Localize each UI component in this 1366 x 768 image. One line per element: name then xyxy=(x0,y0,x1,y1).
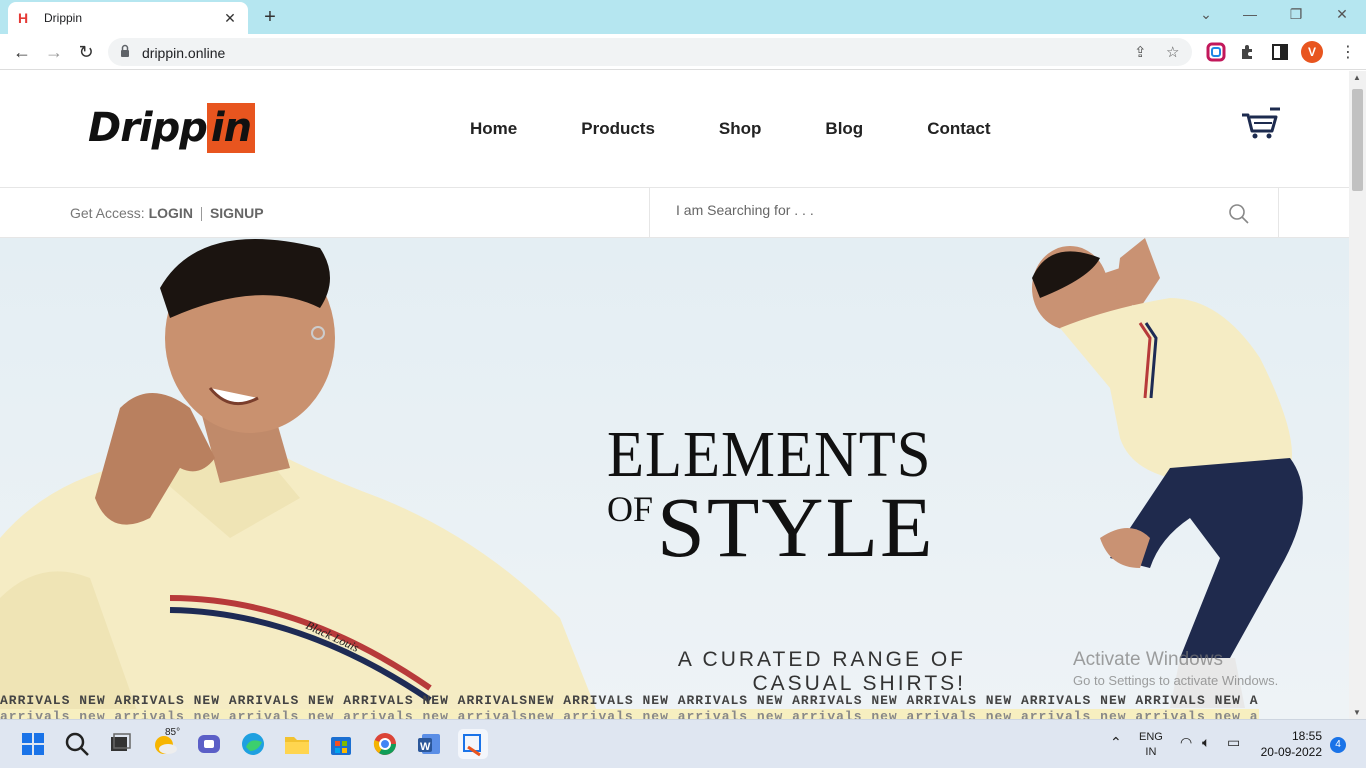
browser-tab[interactable]: H Drippin ✕ xyxy=(8,2,248,34)
restore-button[interactable]: ❐ xyxy=(1286,6,1306,23)
clock-date: 20-09-2022 xyxy=(1260,745,1322,759)
close-tab-icon[interactable]: ✕ xyxy=(222,10,238,27)
region-code: IN xyxy=(1145,746,1157,758)
headline-style: STYLE xyxy=(657,479,935,575)
minimize-button[interactable]: — xyxy=(1240,6,1260,22)
shopping-cart-icon[interactable] xyxy=(1240,105,1282,139)
scrollbar-thumb[interactable] xyxy=(1352,89,1363,191)
teams-chat-icon[interactable] xyxy=(194,729,224,759)
browser-toolbar: ← → ↻ drippin.online ⇪ ☆ V ⋮ xyxy=(0,34,1366,70)
site-header: Dripp in Home Products Shop Blog Contact xyxy=(0,71,1349,187)
windows-activation-watermark: Activate Windows Go to Settings to activ… xyxy=(1073,649,1278,688)
language-code: ENG xyxy=(1139,731,1163,743)
scroll-up-arrow-icon[interactable]: ▲ xyxy=(1353,73,1361,82)
side-panel-icon[interactable] xyxy=(1270,42,1290,62)
svg-text:W: W xyxy=(420,741,431,753)
watermark-subtitle: Go to Settings to activate Windows. xyxy=(1073,673,1279,688)
battery-icon[interactable]: ▭ xyxy=(1227,734,1240,751)
model-photo-right xyxy=(1032,238,1303,708)
notification-badge[interactable]: 4 xyxy=(1330,737,1346,753)
access-search-bar: Get Access: LOGIN SIGNUP xyxy=(0,187,1349,238)
site-logo[interactable]: Dripp in xyxy=(88,103,256,153)
hero-tagline: A CURATED RANGE OF CASUAL SHIRTS! xyxy=(600,648,966,696)
search-input[interactable] xyxy=(676,202,1216,218)
input-language-indicator[interactable]: ENG IN xyxy=(1139,730,1163,760)
profile-avatar[interactable]: V xyxy=(1301,41,1323,63)
forward-button[interactable]: → xyxy=(42,40,66,64)
headline-of: OF xyxy=(607,489,654,529)
logo-text-in: in xyxy=(206,103,256,153)
file-explorer-icon[interactable] xyxy=(282,729,312,759)
new-tab-button[interactable]: + xyxy=(258,6,282,29)
model-photo-left: Black Louis xyxy=(0,239,600,719)
tab-title: Drippin xyxy=(44,11,83,25)
ticker-text: ARRIVALS NEW ARRIVALS NEW ARRIVALS NEW A… xyxy=(0,693,1259,708)
tab-search-chevron-icon[interactable]: ⌄ xyxy=(1196,6,1216,23)
logo-text-dripp: Dripp xyxy=(88,105,208,151)
page-scrollbar[interactable]: ▲ ▼ xyxy=(1349,71,1366,719)
task-view-icon[interactable] xyxy=(105,729,135,759)
login-link[interactable]: LOGIN xyxy=(149,205,193,221)
site-favicon-icon: H xyxy=(18,10,29,26)
clock-time: 18:55 xyxy=(1291,729,1322,743)
back-button[interactable]: ← xyxy=(10,40,34,64)
bookmark-star-icon[interactable]: ☆ xyxy=(1166,43,1179,61)
share-icon[interactable]: ⇪ xyxy=(1134,43,1147,61)
chrome-browser-icon[interactable] xyxy=(370,729,400,759)
edge-browser-icon[interactable] xyxy=(238,729,268,759)
snipping-tool-icon[interactable] xyxy=(458,729,488,759)
headline-elements: ELEMENTS xyxy=(607,418,932,491)
new-arrivals-ticker: ARRIVALS NEW ARRIVALS NEW ARRIVALS NEW A… xyxy=(0,690,1349,719)
address-bar[interactable]: drippin.online ⇪ ☆ xyxy=(108,38,1192,66)
browser-tab-strip: H Drippin ✕ + ⌄ — ❐ ✕ xyxy=(0,0,1366,34)
microsoft-store-icon[interactable] xyxy=(326,729,356,759)
reload-button[interactable]: ↻ xyxy=(74,40,98,64)
ticker-text-lower: arrivals new arrivals new arrivals new a… xyxy=(0,709,1259,719)
hero-banner[interactable]: Black Louis ELEMENTS OFSTYLE A CURATED R… xyxy=(0,238,1349,719)
browser-menu-icon[interactable]: ⋮ xyxy=(1340,42,1356,62)
access-links: Get Access: LOGIN SIGNUP xyxy=(70,205,264,222)
word-app-icon[interactable]: W xyxy=(414,729,444,759)
wifi-icon[interactable]: ◠ xyxy=(1180,734,1192,751)
watermark-title: Activate Windows xyxy=(1073,649,1223,670)
hero-headline: ELEMENTS OFSTYLE xyxy=(607,418,977,571)
extensions-puzzle-icon[interactable] xyxy=(1238,42,1258,62)
extension-colorwheel-icon[interactable] xyxy=(1206,42,1226,62)
tagline-line1: A CURATED RANGE OF xyxy=(677,648,966,671)
scroll-down-arrow-icon[interactable]: ▼ xyxy=(1353,708,1361,717)
nav-blog[interactable]: Blog xyxy=(825,119,863,139)
weather-temperature: 85° xyxy=(165,727,181,738)
windows-start-icon[interactable] xyxy=(18,729,48,759)
web-page: Dripp in Home Products Shop Blog Contact… xyxy=(0,71,1349,719)
windows-taskbar: 85° W ⌃ ENG IN ◠ 🔈︎ ▭ 18:55 20-09-2022 4 xyxy=(0,719,1366,768)
close-window-button[interactable]: ✕ xyxy=(1332,6,1352,23)
lock-icon xyxy=(121,44,129,57)
divider xyxy=(200,207,202,222)
search-icon[interactable] xyxy=(62,729,92,759)
main-navigation: Home Products Shop Blog Contact xyxy=(470,119,1054,139)
show-hidden-icons-chevron-icon[interactable]: ⌃ xyxy=(1110,734,1122,751)
signup-link[interactable]: SIGNUP xyxy=(210,205,264,221)
volume-icon[interactable]: 🔈︎ xyxy=(1202,734,1210,751)
nav-shop[interactable]: Shop xyxy=(719,119,762,139)
site-search xyxy=(649,188,1279,238)
nav-home[interactable]: Home xyxy=(470,119,517,139)
access-label: Get Access: xyxy=(70,205,145,221)
url-text: drippin.online xyxy=(142,45,226,61)
system-clock[interactable]: 18:55 20-09-2022 xyxy=(1254,728,1322,760)
nav-contact[interactable]: Contact xyxy=(927,119,990,139)
search-icon[interactable] xyxy=(1228,203,1250,225)
nav-products[interactable]: Products xyxy=(581,119,655,139)
